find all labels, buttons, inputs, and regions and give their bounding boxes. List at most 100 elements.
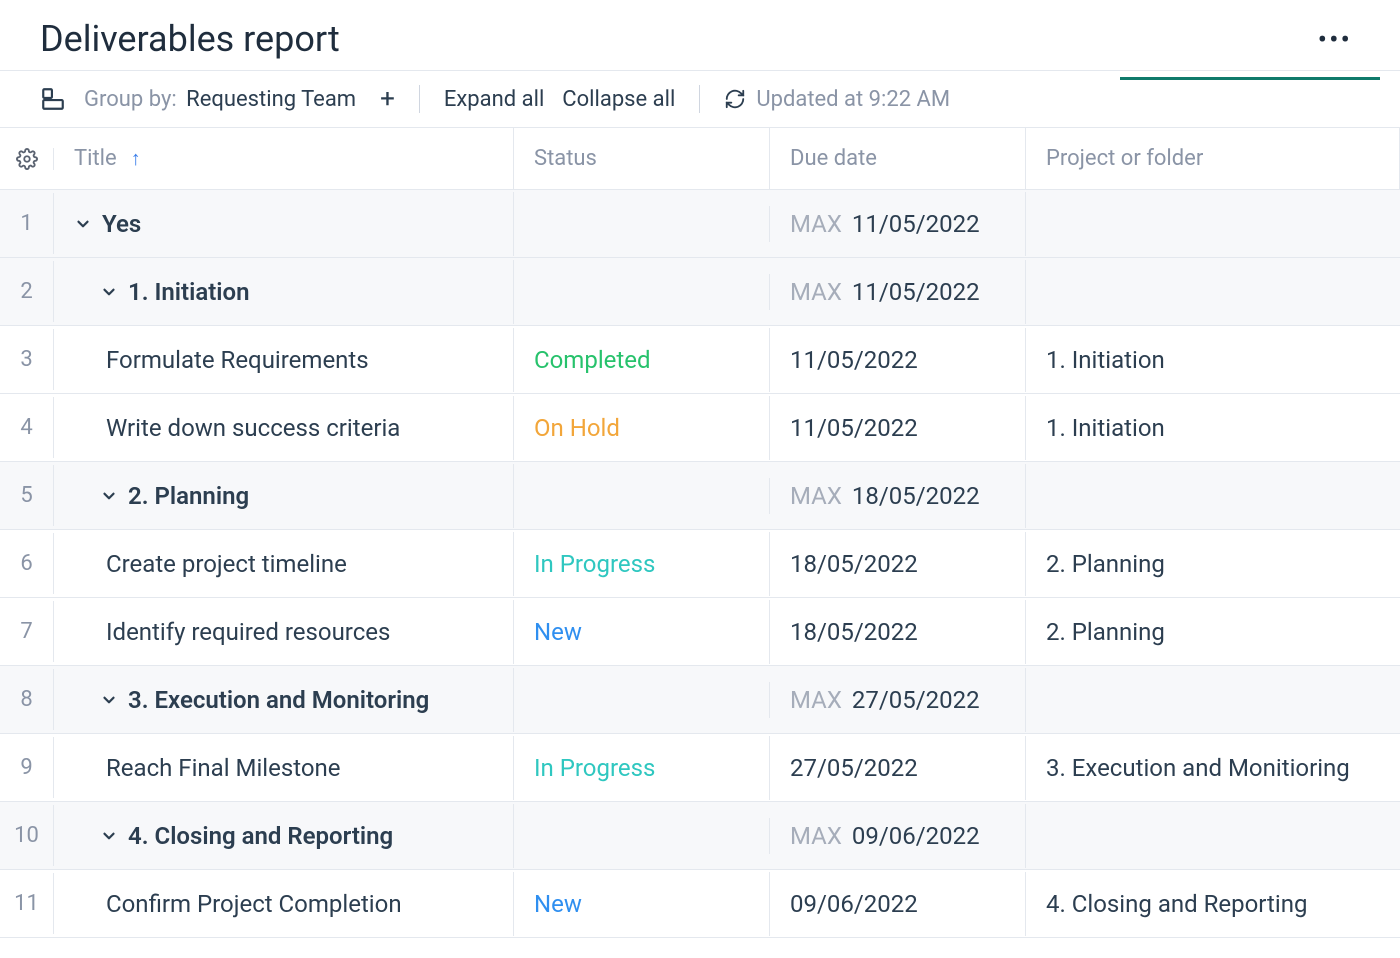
row-number: 7 [0, 601, 54, 662]
project-column-header[interactable]: Project or folder [1026, 128, 1400, 189]
due-date-cell[interactable]: 27/05/2022 [770, 736, 1026, 800]
status-value: New [534, 890, 582, 918]
status-cell[interactable]: New [514, 872, 770, 936]
row-title: Reach Final Milestone [106, 754, 341, 782]
task-row[interactable]: 7 Identify required resources New18/05/202… [0, 598, 1400, 666]
row-number: 6 [0, 533, 54, 594]
title-cell[interactable]: Create project timeline [54, 532, 514, 596]
due-date-value: 11/05/2022 [852, 278, 980, 306]
refresh-icon[interactable] [724, 88, 746, 110]
title-cell[interactable]: 4. Closing and Reporting [54, 804, 514, 868]
row-number: 11 [0, 873, 54, 934]
due-date-value: 11/05/2022 [852, 210, 980, 238]
due-date-column-header[interactable]: Due date [770, 128, 1026, 189]
project-cell [1026, 818, 1400, 854]
project-cell[interactable]: 1. Initiation [1026, 328, 1400, 392]
chevron-down-icon[interactable] [100, 827, 118, 845]
project-cell [1026, 682, 1400, 718]
title-cell[interactable]: Reach Final Milestone [54, 736, 514, 800]
project-cell[interactable]: 2. Planning [1026, 532, 1400, 596]
task-row[interactable]: 6Create project timeline In Progress 18/05… [0, 530, 1400, 598]
status-cell[interactable]: In Progress [514, 532, 770, 596]
group-row[interactable]: 5 2. Planning MAX 18/05/2022 [0, 462, 1400, 530]
row-number: 10 [0, 805, 54, 866]
settings-column-header[interactable] [0, 148, 54, 170]
due-date-value: 27/05/2022 [790, 754, 918, 782]
status-value: In Progress [534, 754, 655, 782]
row-title: Yes [102, 210, 141, 238]
due-date-cell[interactable]: 18/05/2022 [770, 532, 1026, 596]
status-cell[interactable]: In Progress [514, 736, 770, 800]
task-row[interactable]: 3Formulate RequirementsCompleted11/05/20… [0, 326, 1400, 394]
title-cell[interactable]: Formulate Requirements [54, 328, 514, 392]
expand-all-button[interactable]: Expand all [444, 87, 544, 112]
group-row[interactable]: 104. Closing and ReportingMAX09/06/2022 [0, 802, 1400, 870]
project-cell[interactable]: 1. Initiation [1026, 396, 1400, 460]
chevron-down-icon[interactable] [74, 215, 92, 233]
aggregate-label: MAX [790, 686, 842, 714]
status-cell[interactable]: New [514, 600, 770, 664]
row-number: 8 [0, 669, 54, 730]
title-column-header[interactable]: Title ↑ [54, 128, 514, 189]
gear-icon [16, 148, 38, 170]
sort-asc-icon: ↑ [131, 146, 141, 171]
divider [699, 85, 700, 113]
results-table: Title ↑ Status Due date Project or folde… [0, 127, 1400, 938]
title-cell[interactable]: Write down success criteria [54, 396, 514, 460]
task-row[interactable]: 11 Confirm Project Completion New 09/06/202… [0, 870, 1400, 938]
row-title: 3. Execution and Monitoring [128, 686, 429, 714]
title-header-text: Title [74, 146, 117, 171]
status-value: In Progress [534, 550, 655, 578]
project-cell[interactable]: 3. Execution and Monitioring [1026, 736, 1400, 800]
group-row[interactable]: 21. Initiation MAX11/05/2022 [0, 258, 1400, 326]
title-cell[interactable]: Yes [54, 192, 514, 256]
group-by-control[interactable]: Group by: Requesting Team [84, 87, 356, 112]
due-date-value: 11/05/2022 [790, 414, 918, 442]
row-number: 5 [0, 465, 54, 526]
row-title: Identify required resources [106, 618, 390, 646]
due-date-value: 09/06/2022 [852, 822, 980, 850]
aggregate-label: MAX [790, 482, 842, 510]
due-date-cell[interactable]: 11/05/2022 [770, 328, 1026, 392]
project-cell [1026, 274, 1400, 310]
add-grouping-button[interactable]: + [380, 86, 395, 112]
status-cell[interactable]: On Hold [514, 396, 770, 460]
due-date-cell[interactable]: 11/05/2022 [770, 396, 1026, 460]
more-menu-button[interactable]: ••• [1310, 19, 1360, 60]
title-cell[interactable]: 3. Execution and Monitoring [54, 668, 514, 732]
chevron-down-icon[interactable] [100, 487, 118, 505]
row-title: Confirm Project Completion [106, 890, 402, 918]
page-title: Deliverables report [40, 18, 340, 60]
project-cell[interactable]: 2. Planning [1026, 600, 1400, 664]
row-number: 3 [0, 329, 54, 390]
project-cell [1026, 206, 1400, 242]
divider [419, 85, 420, 113]
chevron-down-icon[interactable] [100, 691, 118, 709]
row-number: 1 [0, 193, 54, 254]
due-date-cell: MAX11/05/2022 [770, 260, 1026, 324]
status-cell [514, 478, 770, 514]
page-header: Deliverables report ••• [0, 0, 1400, 70]
aggregate-label: MAX [790, 210, 842, 238]
title-cell[interactable]: Confirm Project Completion [54, 872, 514, 936]
project-cell[interactable]: 4. Closing and Reporting [1026, 872, 1400, 936]
due-date-cell[interactable]: 18/05/2022 [770, 600, 1026, 664]
row-title: Write down success criteria [106, 414, 400, 442]
task-row[interactable]: 4Write down success criteriaOn Hold11/05… [0, 394, 1400, 462]
row-number: 2 [0, 261, 54, 322]
group-row[interactable]: 1 Yes MAX 11/05/2022 [0, 190, 1400, 258]
group-row[interactable]: 83. Execution and MonitoringMAX27/05/202… [0, 666, 1400, 734]
title-cell[interactable]: 2. Planning [54, 464, 514, 528]
collapse-all-button[interactable]: Collapse all [562, 87, 675, 112]
title-cell[interactable]: 1. Initiation [54, 260, 514, 324]
chevron-down-icon[interactable] [100, 283, 118, 301]
title-cell[interactable]: Identify required resources [54, 600, 514, 664]
status-cell[interactable]: Completed [514, 328, 770, 392]
group-rows-icon[interactable] [40, 86, 66, 112]
status-column-header[interactable]: Status [514, 128, 770, 189]
due-date-cell[interactable]: 09/06/2022 [770, 872, 1026, 936]
due-date-value: 18/05/2022 [852, 482, 980, 510]
task-row[interactable]: 9Reach Final MilestoneIn Progress27/05/2… [0, 734, 1400, 802]
due-date-value: 18/05/2022 [790, 550, 918, 578]
row-title: 2. Planning [128, 482, 249, 510]
